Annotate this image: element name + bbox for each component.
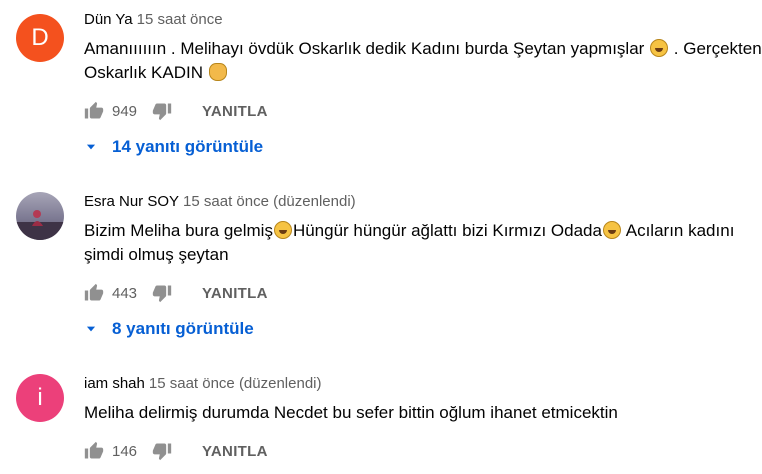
view-replies-label: 14 yanıtı görüntüle <box>112 137 264 156</box>
comment-text-part: Amanıııııın . Melihayı övdük Oskarlık de… <box>84 39 645 58</box>
avatar-photo <box>16 210 64 240</box>
comment-actions: 443 YANITLA <box>84 281 268 305</box>
view-replies-button[interactable]: 8 yanıtı görüntüle <box>84 317 254 341</box>
thumb-up-icon[interactable] <box>84 283 104 303</box>
comment-text: Bizim Meliha bura gelmiş Hüngür hüngür ağ… <box>84 219 762 267</box>
like-count: 443 <box>112 284 138 302</box>
comment-text: Meliha delirmiş durumda Necdet bu sefer … <box>84 401 762 425</box>
comment-text-part: Acıların kadını <box>625 221 735 240</box>
comment-text-part: Oskarlık KADIN <box>84 63 204 82</box>
comment-text-part: şimdi olmuş şeytan <box>84 245 229 264</box>
clapping-hands-emoji <box>208 63 227 81</box>
view-replies-button[interactable]: 14 yanıtı görüntüle <box>84 135 263 159</box>
like-count: 949 <box>112 102 138 120</box>
comment-header: iam shah 15 saat önce (düzenlendi) <box>84 375 322 392</box>
thumb-down-icon[interactable] <box>152 441 172 461</box>
avatar-letter: i <box>37 384 43 411</box>
thumb-up-icon[interactable] <box>84 101 104 121</box>
view-replies-label: 8 yanıtı görüntüle <box>112 319 254 338</box>
grinning-emoji <box>602 221 621 239</box>
comment-header: Dün Ya 15 saat önce <box>84 11 223 28</box>
comment-time[interactable]: 15 saat önce <box>137 11 223 28</box>
grinning-emoji <box>650 39 669 57</box>
thumb-up-icon[interactable] <box>84 441 104 461</box>
comment-author[interactable]: iam shah <box>84 375 145 392</box>
thumb-down-icon[interactable] <box>152 101 172 121</box>
comment-actions: 949 YANITLA <box>84 99 268 123</box>
reply-button[interactable]: YANITLA <box>202 285 268 302</box>
comment-time[interactable]: 15 saat önce (düzenlendi) <box>183 193 356 210</box>
reply-button[interactable]: YANITLA <box>202 443 268 460</box>
comment-text-part: . Gerçekten <box>669 39 762 58</box>
like-count: 146 <box>112 442 138 460</box>
avatar[interactable] <box>16 192 64 240</box>
caret-down-icon <box>84 135 108 159</box>
comment-time[interactable]: 15 saat önce (düzenlendi) <box>149 375 322 392</box>
thumb-down-icon[interactable] <box>152 283 172 303</box>
comment-author[interactable]: Esra Nur SOY <box>84 193 179 210</box>
comment-text-part: Meliha delirmiş durumda Necdet bu sefer … <box>84 403 618 422</box>
comment-text: Amanıııııın . Melihayı övdük Oskarlık de… <box>84 37 762 85</box>
comment-actions: 146 YANITLA <box>84 439 268 463</box>
comment-author[interactable]: Dün Ya <box>84 11 133 28</box>
comment-header: Esra Nur SOY 15 saat önce (düzenlendi) <box>84 193 356 210</box>
comment-text-part: Bizim Meliha bura gelmiş <box>84 221 273 240</box>
grinning-emoji <box>273 221 292 239</box>
avatar[interactable]: i <box>16 374 64 422</box>
avatar-letter: D <box>31 24 49 51</box>
comment-text-part: Hüngür hüngür ağlattı bizi Kırmızı Odada <box>292 221 602 240</box>
avatar[interactable]: D <box>16 14 64 62</box>
caret-down-icon <box>84 317 108 341</box>
reply-button[interactable]: YANITLA <box>202 103 268 120</box>
